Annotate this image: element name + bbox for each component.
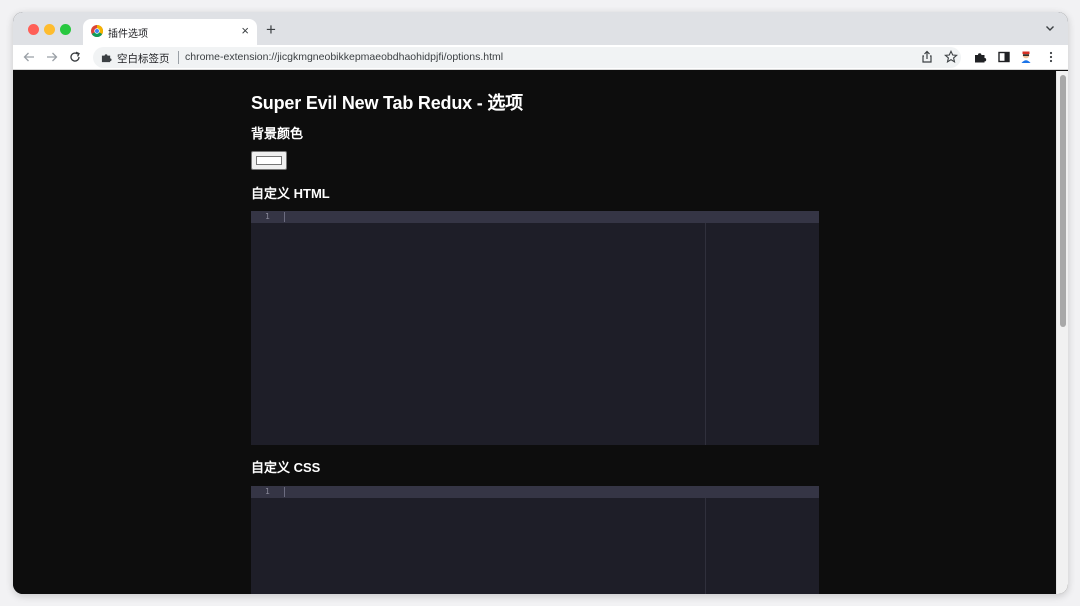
editor-active-line: 1 <box>251 211 819 223</box>
custom-css-editor[interactable]: 1 <box>251 486 819 594</box>
text-cursor <box>284 212 285 222</box>
options-page: Super Evil New Tab Redux - 选项 背景颜色 自定义 H… <box>13 71 1056 594</box>
color-swatch <box>256 156 282 165</box>
chevron-down-icon[interactable] <box>1044 22 1056 34</box>
reload-icon[interactable] <box>68 50 82 64</box>
share-icon[interactable] <box>920 50 934 64</box>
new-tab-button[interactable]: + <box>266 21 276 39</box>
tab-title: 插件选项 <box>108 29 148 40</box>
text-cursor <box>284 487 285 497</box>
background-color-label: 背景颜色 <box>251 126 304 141</box>
close-window-button[interactable] <box>28 24 39 35</box>
page-title: Super Evil New Tab Redux - 选项 <box>251 93 523 113</box>
scrollbar-thumb[interactable] <box>1060 75 1066 327</box>
back-arrow-icon[interactable] <box>22 50 36 64</box>
editor-print-margin <box>705 498 706 594</box>
puzzle-icon <box>101 54 112 63</box>
line-number: 1 <box>265 487 270 496</box>
editor-print-margin <box>705 223 706 445</box>
profile-avatar-icon[interactable] <box>1019 50 1033 64</box>
line-number: 1 <box>265 212 270 221</box>
browser-tab-active[interactable]: 插件选项 × <box>83 19 257 45</box>
bookmark-star-icon[interactable] <box>944 50 958 64</box>
custom-css-label: 自定义 CSS <box>251 460 321 475</box>
background-color-picker[interactable] <box>251 151 287 170</box>
editor-active-line: 1 <box>251 486 819 498</box>
side-panel-icon[interactable] <box>997 50 1011 64</box>
custom-html-label: 自定义 HTML <box>251 186 330 201</box>
tab-strip: 插件选项 × + <box>13 12 1068 45</box>
extensions-puzzle-icon[interactable] <box>973 50 987 64</box>
site-label: 空白标签页 <box>117 53 170 65</box>
forward-arrow-icon[interactable] <box>45 50 59 64</box>
browser-toolbar: 空白标签页 chrome-extension://jicgkmgneobikke… <box>13 45 1068 70</box>
custom-html-editor[interactable]: 1 <box>251 211 819 445</box>
browser-window: 插件选项 × + 空白标签页 chrome-extension://jicgkm… <box>13 12 1068 594</box>
omnibox-divider <box>178 51 179 64</box>
address-bar[interactable]: 空白标签页 chrome-extension://jicgkmgneobikke… <box>93 47 961 68</box>
minimize-window-button[interactable] <box>44 24 55 35</box>
page-scrollbar[interactable] <box>1056 71 1068 594</box>
maximize-window-button[interactable] <box>60 24 71 35</box>
more-menu-icon[interactable] <box>1044 50 1058 64</box>
url-text[interactable]: chrome-extension://jicgkmgneobikkepmaeob… <box>185 51 503 63</box>
chrome-icon <box>91 25 103 37</box>
tab-close-icon[interactable]: × <box>241 23 249 39</box>
